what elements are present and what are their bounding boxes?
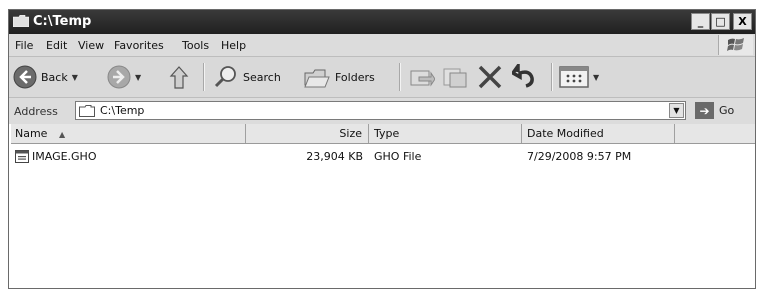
menu-favorites[interactable]: Favorites	[114, 39, 164, 52]
move-to-button[interactable]	[409, 57, 435, 97]
views-button[interactable]: ▼	[559, 57, 599, 97]
minimize-button[interactable]: _	[691, 13, 710, 30]
up-button[interactable]	[169, 57, 193, 97]
column-size-label: Size	[339, 127, 362, 140]
column-header-name[interactable]: Name ▲	[11, 124, 246, 143]
menu-bar: File Edit View Favorites Tools Help	[9, 34, 755, 57]
file-type: GHO File	[374, 150, 422, 163]
go-label: Go	[719, 104, 735, 117]
forward-dropdown-icon[interactable]: ▼	[135, 73, 141, 82]
file-icon	[15, 150, 29, 163]
file-row[interactable]: IMAGE.GHO 23,904 KB GHO File 7/29/2008 9…	[11, 148, 755, 166]
column-type-label: Type	[374, 127, 400, 140]
search-icon	[214, 66, 236, 88]
undo-icon	[512, 64, 534, 88]
folders-icon	[304, 69, 330, 88]
search-button[interactable]: Search	[213, 57, 281, 97]
forward-arrow-icon	[107, 65, 131, 89]
back-dropdown-icon[interactable]: ▼	[72, 73, 78, 82]
undo-button[interactable]	[512, 57, 540, 97]
column-header-type[interactable]: Type	[369, 124, 522, 143]
address-bar: Address C:\Temp ▼ ➔ Go	[9, 98, 755, 125]
close-button[interactable]: X	[733, 13, 752, 30]
column-header-row: Name ▲ Size Type Date Modified	[11, 124, 755, 144]
title-bar[interactable]: C:\Temp _ □ X	[9, 10, 755, 34]
search-label: Search	[243, 70, 281, 84]
toolbar-separator	[399, 63, 401, 91]
standard-toolbar: Back ▼ ▼ Search Folders ▼	[9, 57, 755, 98]
delete-icon	[478, 65, 502, 89]
file-name: IMAGE.GHO	[32, 150, 97, 163]
windows-logo-icon	[718, 35, 753, 55]
move-to-icon	[410, 70, 435, 87]
go-arrow-icon: ➔	[695, 102, 714, 119]
menu-edit[interactable]: Edit	[46, 39, 67, 52]
folders-label: Folders	[335, 70, 375, 84]
menu-view[interactable]: View	[78, 39, 104, 52]
column-date-label: Date Modified	[527, 127, 604, 140]
menu-help[interactable]: Help	[221, 39, 246, 52]
address-field[interactable]: C:\Temp ▼	[75, 101, 686, 120]
folders-button[interactable]: Folders	[303, 57, 375, 97]
copy-to-button[interactable]	[442, 57, 468, 97]
views-dropdown-icon[interactable]: ▼	[593, 73, 599, 82]
go-button[interactable]: ➔ Go	[695, 102, 734, 119]
copy-to-icon	[443, 68, 467, 88]
back-button[interactable]: Back ▼	[13, 57, 78, 97]
menu-file[interactable]: File	[15, 39, 33, 52]
window-title: C:\Temp	[33, 14, 92, 29]
address-value: C:\Temp	[100, 104, 145, 117]
file-size: 23,904 KB	[306, 150, 363, 163]
forward-button[interactable]: ▼	[107, 57, 141, 97]
column-header-date[interactable]: Date Modified	[522, 124, 675, 143]
address-label: Address	[14, 105, 58, 118]
back-label: Back	[41, 70, 68, 84]
folder-icon	[79, 105, 95, 117]
file-date-modified: 7/29/2008 9:57 PM	[527, 150, 632, 163]
toolbar-separator	[203, 63, 205, 91]
menu-tools[interactable]: Tools	[182, 39, 209, 52]
toolbar-separator	[551, 63, 553, 91]
explorer-window: C:\Temp _ □ X File Edit View Favorites T…	[8, 9, 756, 289]
folder-icon	[13, 15, 29, 27]
sort-ascending-icon: ▲	[58, 130, 66, 139]
back-arrow-icon	[13, 65, 37, 89]
maximize-button[interactable]: □	[711, 13, 730, 30]
delete-button[interactable]	[477, 57, 503, 97]
views-icon	[559, 66, 589, 88]
column-header-size[interactable]: Size	[246, 124, 369, 143]
column-name-label: Name	[15, 127, 48, 140]
address-dropdown-button[interactable]: ▼	[669, 103, 684, 118]
up-folder-icon	[169, 66, 189, 89]
